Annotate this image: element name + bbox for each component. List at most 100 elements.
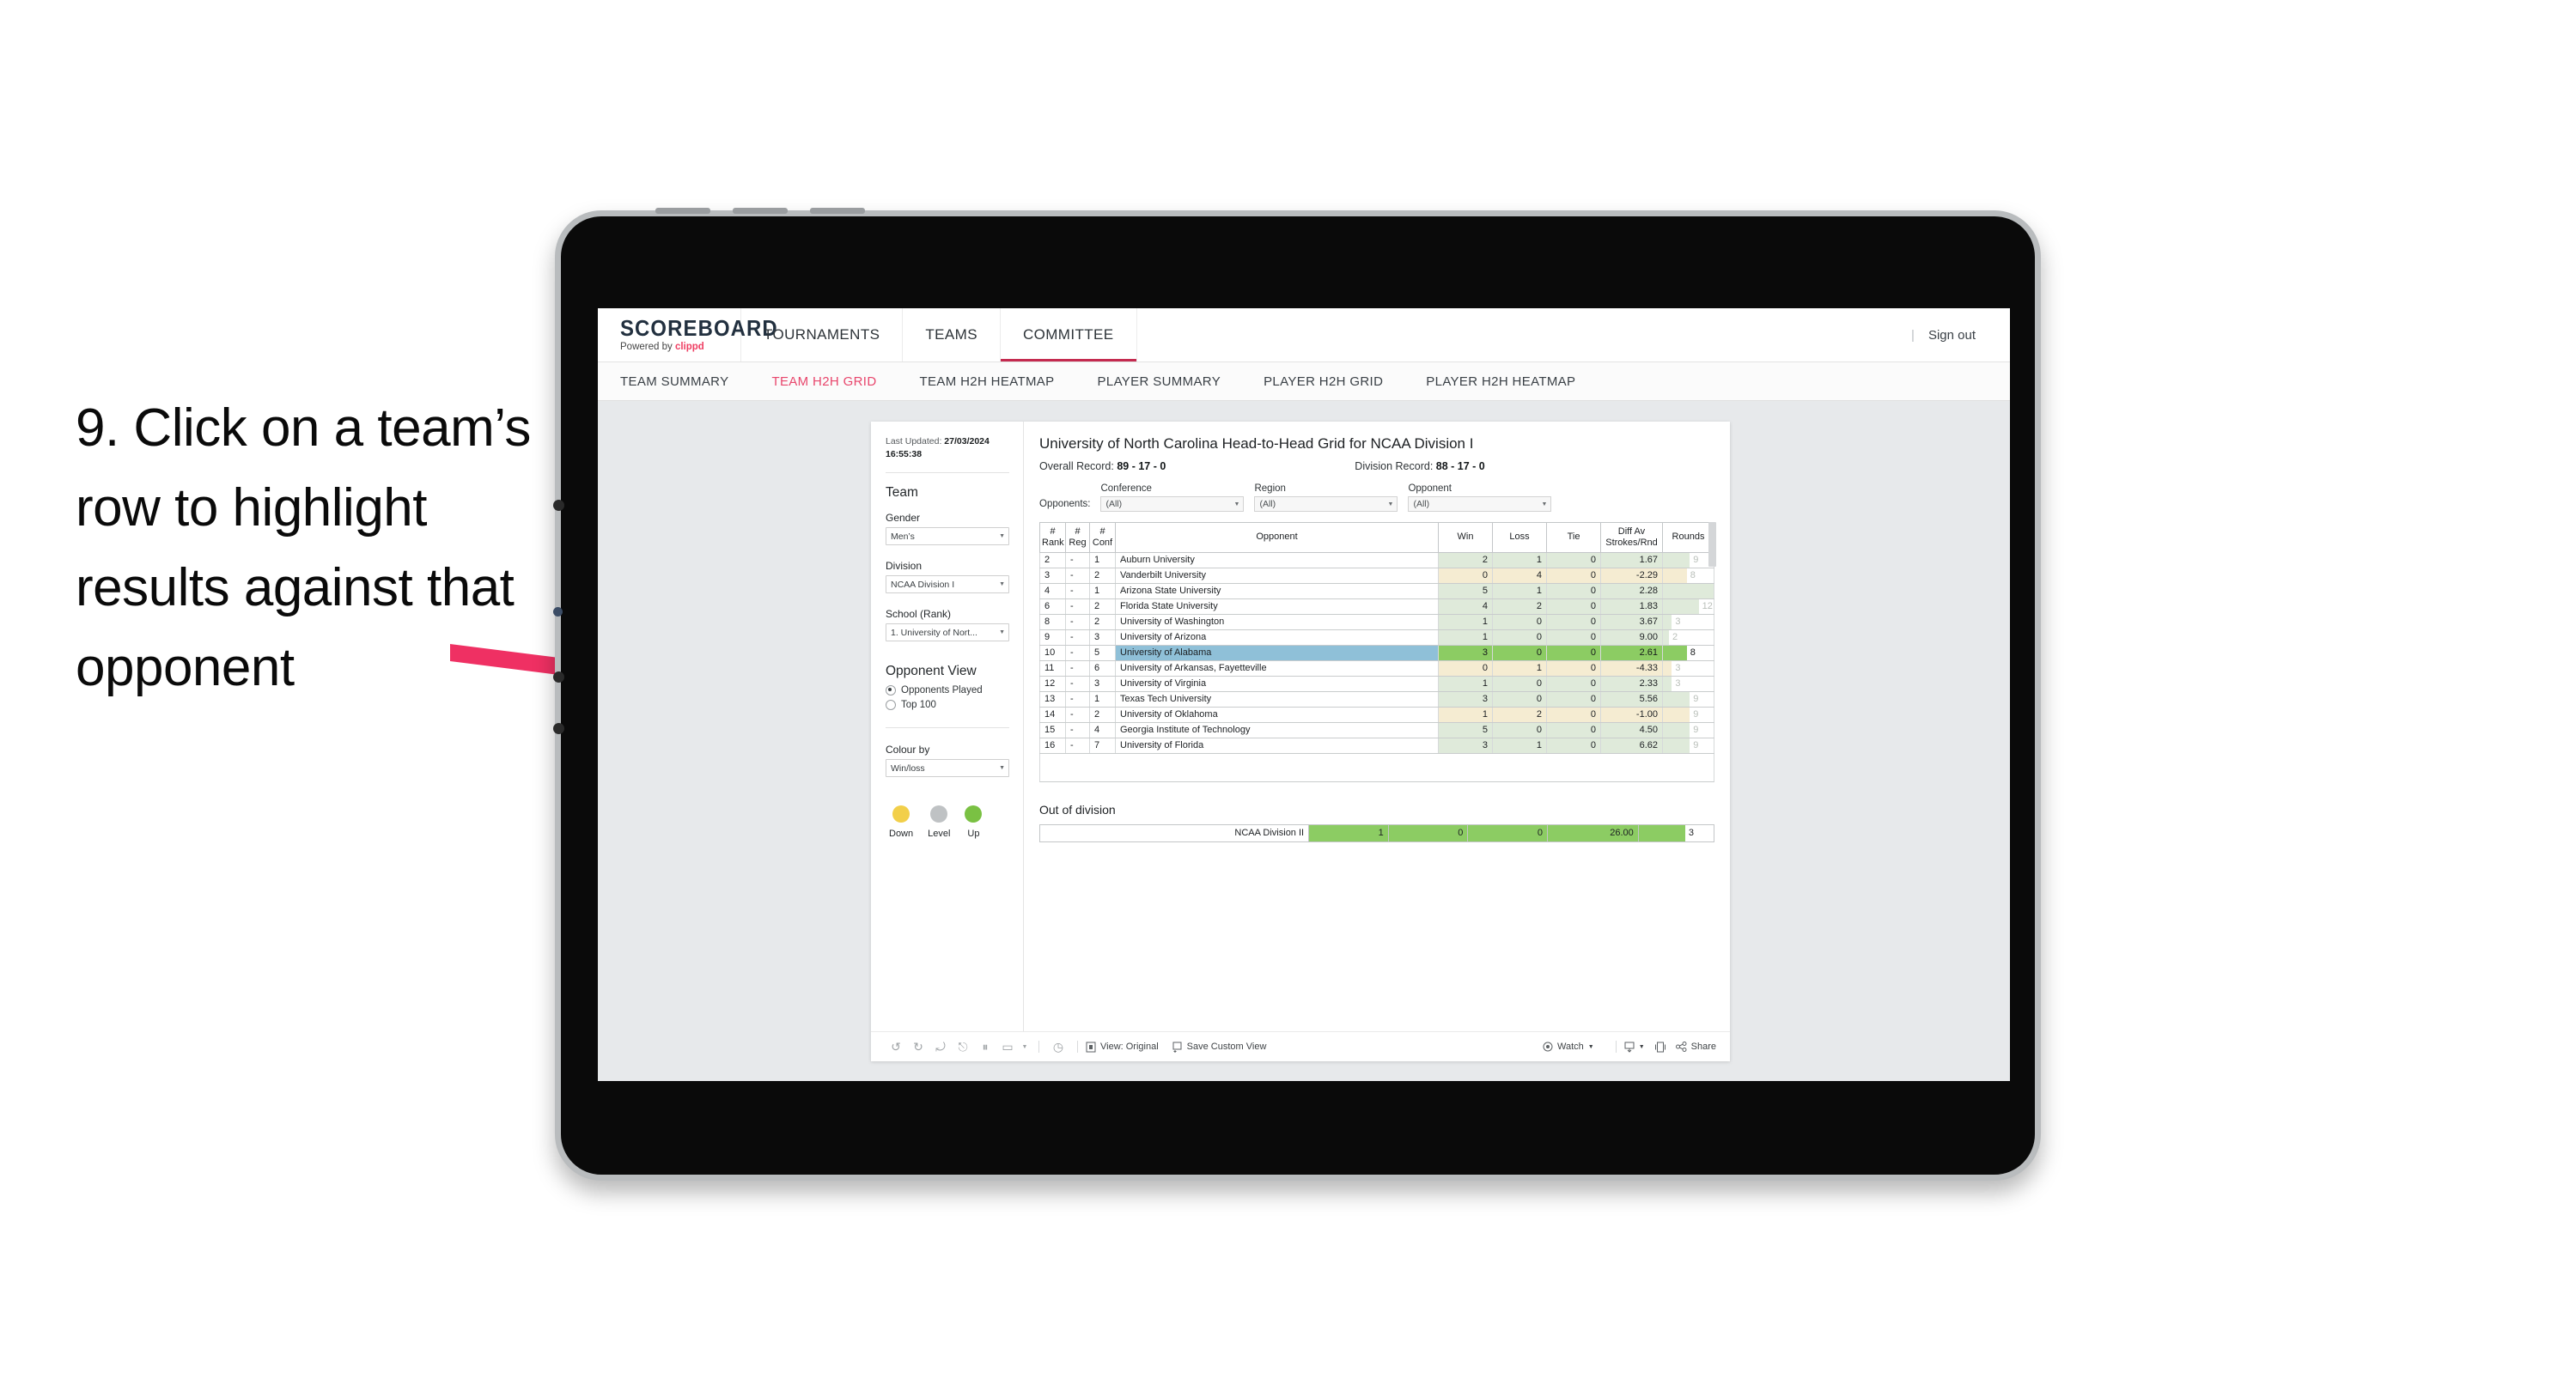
table-row[interactable]: 4-1Arizona State University5102.2817 <box>1039 583 1714 599</box>
share-button[interactable]: Share <box>1675 1042 1716 1052</box>
redo-icon[interactable]: ↻ <box>907 1040 929 1054</box>
cell-rounds: 3 <box>1662 660 1714 677</box>
cell-diff: 5.56 <box>1600 691 1663 708</box>
toolbar-divider-2 <box>1077 1041 1078 1053</box>
table-row[interactable]: 16-7 University of Florida 3 1 0 6.62 9 <box>1039 738 1714 754</box>
vertical-scrollbar[interactable] <box>1708 522 1716 567</box>
view-original-label: View: Original <box>1100 1042 1159 1052</box>
table-empty-padding <box>1039 753 1714 782</box>
cell-opponent: Vanderbilt University <box>1115 568 1439 584</box>
download-icon <box>1624 1042 1635 1053</box>
download-button[interactable]: ▼ <box>1624 1042 1645 1053</box>
subtab-player-h2h-heatmap[interactable]: PLAYER H2H HEATMAP <box>1426 374 1596 389</box>
cell-rank: 10 <box>1039 645 1066 661</box>
revert-icon[interactable]: ⤾ <box>929 1040 952 1054</box>
col-header-conf: # Conf <box>1089 522 1116 553</box>
filter-opponent-select[interactable]: (All) ▼ <box>1408 496 1552 512</box>
cell-rounds: 17 <box>1662 583 1714 599</box>
save-custom-view-button[interactable]: Save Custom View <box>1172 1042 1266 1053</box>
device-top-button-1 <box>655 208 710 214</box>
nav-tab-tournaments[interactable]: TOURNAMENTS <box>741 308 904 361</box>
cell-win: 5 <box>1438 583 1493 599</box>
table-row[interactable]: 9-3 University of Arizona 1 0 0 9.00 2 <box>1039 629 1714 646</box>
table-row[interactable]: 13-1 Texas Tech University 3 0 0 5.56 9 <box>1039 691 1714 708</box>
table-row[interactable]: 3-2 Vanderbilt University 0 4 0 -2.29 8 <box>1039 568 1714 584</box>
school-select[interactable]: 1. University of Nort... ▼ <box>886 623 1009 642</box>
table-row[interactable]: 10-5 University of Alabama 3 0 0 2.61 8 <box>1039 645 1714 661</box>
workbook-toolbar: ↺ ↻ ⤾ ⎋ ⏸ ▭ ▼ ◷ View: Original Save Cust… <box>871 1031 1730 1061</box>
legend-label-level: Level <box>928 829 951 840</box>
chevron-down-icon[interactable]: ▼ <box>1019 1044 1031 1050</box>
colour-legend: Down Level Up <box>886 805 1009 839</box>
gender-select[interactable]: Men’s ▼ <box>886 527 1009 546</box>
sign-out-link[interactable]: Sign out <box>1928 328 1976 343</box>
colour-by-value: Win/loss <box>891 762 925 774</box>
fullscreen-button[interactable] <box>1654 1042 1666 1053</box>
watch-button[interactable]: Watch ▼ <box>1543 1042 1594 1052</box>
cell-opponent: University of Alabama <box>1115 645 1439 661</box>
chevron-down-icon: ▼ <box>999 765 1005 772</box>
subtab-player-summary[interactable]: PLAYER SUMMARY <box>1098 374 1242 389</box>
legend-item-up: Up <box>965 805 983 839</box>
comment-icon[interactable]: ▭ <box>996 1040 1019 1054</box>
table-row[interactable]: 2-1 Auburn University 2 1 0 1.67 9 <box>1039 552 1714 568</box>
filter-opponent-value: (All) <box>1413 499 1430 509</box>
table-row[interactable]: 6-2 Florida State University 4 2 0 1.83 12 <box>1039 598 1714 615</box>
colour-by-select[interactable]: Win/loss ▼ <box>886 759 1009 778</box>
cell-rounds: 3 <box>1662 614 1714 630</box>
cell-diff: 2.33 <box>1600 676 1663 692</box>
filter-region-label: Region <box>1254 483 1286 494</box>
table-row[interactable]: 14-2 University of Oklahoma 1 2 0 -1.00 9 <box>1039 707 1714 723</box>
cell-diff: 2.28 <box>1600 583 1663 599</box>
cell-reg: - <box>1065 722 1090 738</box>
cell-tie: 0 <box>1546 583 1601 599</box>
rounds-value: 3 <box>1675 663 1681 674</box>
cell-reg: - <box>1065 676 1090 692</box>
view-icon <box>1086 1042 1096 1052</box>
cell-rank: 8 <box>1039 614 1066 630</box>
out-of-division-row[interactable]: NCAA Division II 1 0 0 26.00 3 <box>1038 823 1715 842</box>
cell-rounds: 9 <box>1662 722 1714 738</box>
refresh-icon[interactable]: ⎋ <box>952 1040 974 1054</box>
cell-loss: 1 <box>1492 583 1547 599</box>
rounds-value: 9 <box>1693 709 1699 720</box>
rounds-bar <box>1663 676 1672 691</box>
filter-conference-select[interactable]: (All) ▼ <box>1100 496 1245 512</box>
radio-opponents-played[interactable]: Opponents Played <box>886 685 1009 696</box>
undo-icon[interactable]: ↺ <box>885 1040 907 1054</box>
filter-region: Region (All) ▼ <box>1254 483 1398 512</box>
clock-icon[interactable]: ◷ <box>1047 1040 1069 1054</box>
cell-diff: -2.29 <box>1600 568 1663 584</box>
cell-loss: 0 <box>1492 691 1547 708</box>
filter-region-select[interactable]: (All) ▼ <box>1254 496 1398 512</box>
table-row[interactable]: 12-3 University of Virginia 1 0 0 2.33 3 <box>1039 676 1714 692</box>
view-original-button[interactable]: View: Original <box>1086 1042 1159 1053</box>
device-side-dot-1 <box>553 607 563 617</box>
cell-diff: 4.50 <box>1600 722 1663 738</box>
col-header-rank: # Rank <box>1039 522 1066 553</box>
brand-name: SCOREBOARD <box>620 315 778 342</box>
h2h-grid-table: # Rank # Reg # Conf Opponent Win Loss Tie D… <box>1039 522 1714 754</box>
share-label: Share <box>1690 1042 1716 1052</box>
rounds-value: 8 <box>1690 647 1696 659</box>
filter-region-value: (All) <box>1259 499 1276 509</box>
od-label: NCAA Division II <box>1038 823 1310 842</box>
table-row[interactable]: 11-6 University of Arkansas, Fayetteville… <box>1039 660 1714 677</box>
division-select[interactable]: NCAA Division I ▼ <box>886 575 1009 594</box>
cell-rank: 9 <box>1039 629 1066 646</box>
subtab-team-summary[interactable]: TEAM SUMMARY <box>620 374 749 389</box>
rounds-bar <box>1663 598 1699 614</box>
cell-rounds: 12 <box>1662 598 1714 615</box>
rounds-value: 9 <box>1693 694 1699 705</box>
subtab-player-h2h-grid[interactable]: PLAYER H2H GRID <box>1264 374 1404 389</box>
table-row[interactable]: 8-2 University of Washington 1 0 0 3.67 3 <box>1039 614 1714 630</box>
radio-top-100[interactable]: Top 100 <box>886 700 1009 711</box>
pause-icon[interactable]: ⏸ <box>974 1040 996 1054</box>
subtab-team-h2h-grid[interactable]: TEAM H2H GRID <box>771 374 897 389</box>
subtab-team-h2h-heatmap[interactable]: TEAM H2H HEATMAP <box>920 374 1075 389</box>
nav-tab-teams[interactable]: TEAMS <box>903 308 1001 361</box>
table-row[interactable]: 15-4 Georgia Institute of Technology 5 0 0 4.… <box>1039 722 1714 738</box>
cell-opponent: Arizona State University <box>1115 583 1439 599</box>
nav-tab-committee[interactable]: COMMITTEE <box>1000 308 1137 361</box>
cell-rounds: 8 <box>1662 645 1714 661</box>
